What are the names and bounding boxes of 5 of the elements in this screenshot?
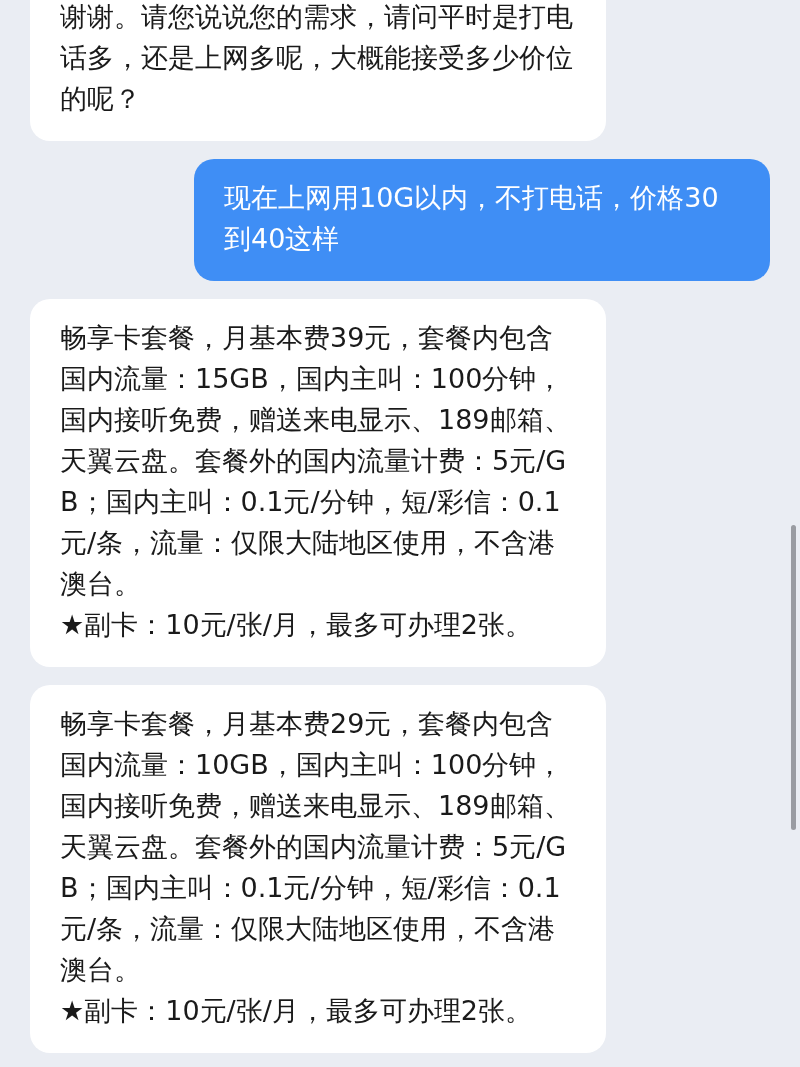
message-bubble: 畅享卡套餐，月基本费29元，套餐内包含国内流量：10GB，国内主叫：100分钟，国内接听免费，赠送来电显示、189邮箱、天翼云盘。套餐外的国内流量计费：5元/GB；国内主叫：0.1元/分钟，短/彩信：0.1元/条，流量：仅限大陆地区使用，不含港澳台。 ★副卡：10元/张/月，最多可办理2张。: [30, 685, 606, 1053]
message-bubble: 谢谢。请您说说您的需求，请问平时是打电话多，还是上网多呢，大概能接受多少价位的呢？: [30, 0, 606, 141]
message-bubble: 畅享卡套餐，月基本费39元，套餐内包含国内流量：15GB，国内主叫：100分钟，国内接听免费，赠送来电显示、189邮箱、天翼云盘。套餐外的国内流量计费：5元/GB；国内主叫：0.1元/分钟，短/彩信：0.1元/条，流量：仅限大陆地区使用，不含港澳台。 ★副卡：10元/张/月，最多可办理2张。: [30, 299, 606, 667]
message-bubble: 现在上网用10G以内，不打电话，价格30到40这样: [194, 159, 770, 281]
scrollbar[interactable]: [791, 525, 796, 830]
